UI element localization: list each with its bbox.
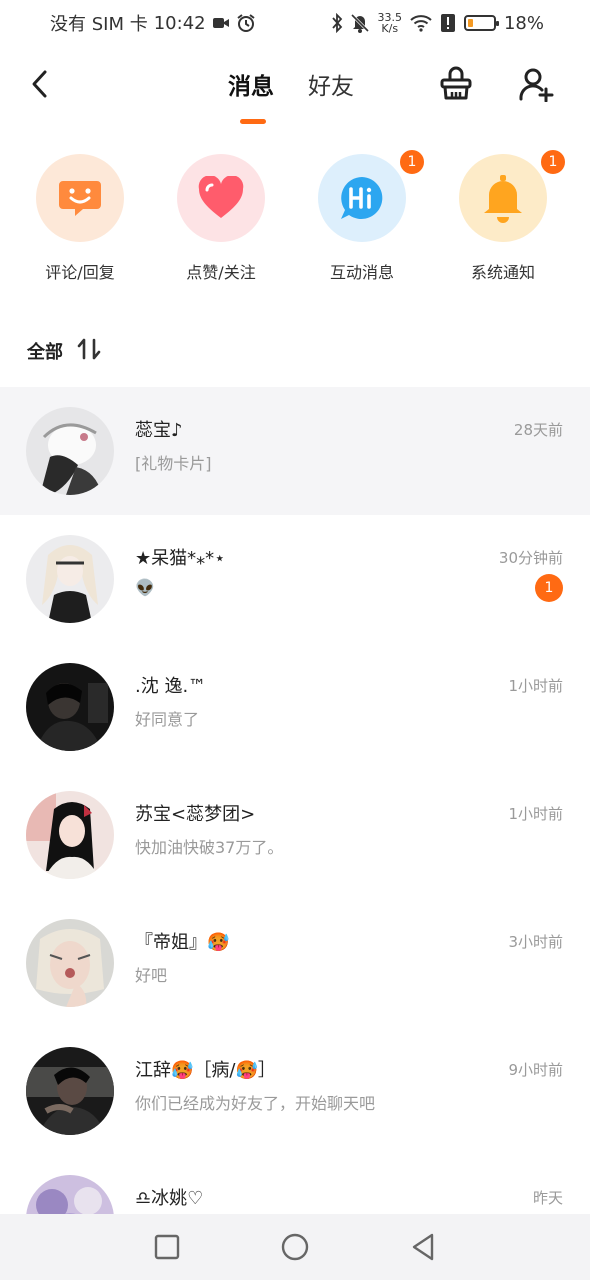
speed-unit: K/s [381, 22, 399, 35]
conversation-time: 1小时前 [508, 677, 563, 695]
mute-bell-icon [351, 13, 370, 33]
status-right: 33.5 K/s 18% [331, 12, 544, 34]
conversation-name: ★呆猫*⁎*⋆ [135, 548, 226, 569]
category-system-badge: 1 [539, 148, 567, 176]
system-nav-bar [0, 1214, 590, 1280]
avatar[interactable] [26, 919, 114, 1007]
tab-friends-label: 好友 [308, 74, 354, 100]
conversation-preview: 快加油快破37万了。 [135, 838, 284, 857]
conversation-time: 9小时前 [508, 1061, 563, 1079]
heart-icon [198, 176, 244, 218]
conversation-name: .沈 逸.™ [135, 676, 207, 697]
avatar[interactable] [26, 535, 114, 623]
conversation-name: 蕊宝♪ [135, 420, 183, 441]
alert-icon [440, 13, 456, 33]
conversation-name: 苏宝<蕊梦团> [135, 804, 256, 825]
unread-badge: 1 [535, 574, 563, 602]
bluetooth-icon [331, 13, 343, 33]
tab-friends[interactable]: 好友 [308, 66, 354, 102]
home-icon [281, 1233, 309, 1261]
conversation-item[interactable]: 江辞🥵［病/🥵］ 你们已经成为好友了，开始聊天吧 9小时前 [0, 1027, 590, 1155]
add-friend-button[interactable] [516, 64, 556, 104]
back-nav-icon [412, 1233, 434, 1261]
category-row: 评论/回复 点赞/关注 1 互动消息 1 系统通知 [0, 148, 590, 284]
bell-icon [484, 175, 522, 223]
category-likes[interactable]: 点赞/关注 [161, 154, 281, 283]
back-button[interactable] [24, 66, 54, 102]
category-likes-label: 点赞/关注 [186, 263, 256, 282]
conversation-item[interactable]: 蕊宝♪ [礼物卡片] 28天前 [0, 387, 590, 515]
category-comments-circle [36, 154, 124, 242]
battery-icon [463, 15, 499, 31]
conversation-name: ♎冰姚♡ [135, 1188, 204, 1209]
conversation-item[interactable]: 『帝姐』🥵 好吧 3小时前 [0, 899, 590, 1027]
header: 消息 好友 [0, 58, 590, 124]
category-comments[interactable]: 评论/回复 [20, 154, 140, 283]
avatar[interactable] [26, 791, 114, 879]
conversation-time: 28天前 [513, 421, 563, 439]
category-interactions-circle [318, 154, 406, 242]
conversation-item[interactable]: ★呆猫*⁎*⋆ 👽 30分钟前 1 [0, 515, 590, 643]
conversation-preview: 好吧 [135, 966, 168, 985]
home-button[interactable] [275, 1227, 315, 1267]
network-speed: 33.5 K/s [377, 12, 402, 34]
sort-button[interactable] [77, 338, 101, 364]
conversation-preview: 好同意了 [135, 710, 200, 729]
category-interactions-badge: 1 [398, 148, 426, 176]
recent-apps-icon [154, 1234, 180, 1260]
tab-messages-label: 消息 [228, 74, 274, 100]
back-icon [32, 70, 47, 98]
conversation-preview: [礼物卡片] [135, 454, 212, 473]
clean-button[interactable] [436, 64, 476, 104]
back-nav-button[interactable] [403, 1227, 443, 1267]
category-system[interactable]: 1 系统通知 [443, 148, 567, 283]
conversation-list: 蕊宝♪ [礼物卡片] 28天前 ★呆猫*⁎*⋆ 👽 30分钟前 1 .沈 逸.™… [0, 387, 590, 1280]
tab-active-indicator [240, 119, 266, 124]
avatar[interactable] [26, 663, 114, 751]
clock-text: 10:42 [153, 12, 206, 34]
conversation-time: 1小时前 [508, 805, 563, 823]
conversation-item[interactable]: .沈 逸.™ 好同意了 1小时前 [0, 643, 590, 771]
conversation-time: 3小时前 [508, 933, 563, 951]
category-interactions-label: 互动消息 [329, 263, 394, 282]
hi-icon [341, 177, 383, 219]
comment-icon [59, 181, 101, 216]
avatar[interactable] [26, 1047, 114, 1135]
status-left: 没有 SIM 卡 10:42 [50, 10, 256, 36]
status-bar: 没有 SIM 卡 10:42 33.5 K/s 18% [0, 0, 590, 46]
conversation-name: 江辞🥵［病/🥵］ [135, 1060, 276, 1081]
tab-messages[interactable]: 消息 [228, 66, 274, 124]
battery-percent: 18% [503, 12, 544, 34]
avatar[interactable] [26, 407, 114, 495]
video-icon [212, 16, 230, 30]
tab-bar: 消息 好友 [228, 66, 354, 124]
category-system-label: 系统通知 [470, 263, 535, 282]
section-title: 全部 [27, 342, 63, 363]
alarm-icon [236, 13, 256, 33]
conversation-time: 昨天 [532, 1189, 563, 1207]
category-interactions[interactable]: 1 互动消息 [302, 148, 426, 283]
conversation-preview: 👽 [135, 578, 155, 597]
conversation-time: 30分钟前 [498, 549, 563, 567]
category-system-circle [459, 154, 547, 242]
clean-basket-icon [440, 66, 472, 100]
conversation-preview: 你们已经成为好友了，开始聊天吧 [135, 1094, 376, 1113]
conversation-item[interactable]: 苏宝<蕊梦团> 快加油快破37万了。 1小时前 [0, 771, 590, 899]
section-header: 全部 [27, 338, 101, 364]
category-comments-label: 评论/回复 [45, 263, 115, 282]
carrier-text: 没有 SIM 卡 [50, 14, 148, 35]
category-likes-circle [177, 154, 265, 242]
battery-fill [467, 19, 473, 27]
add-friend-icon [519, 68, 554, 102]
recent-apps-button[interactable] [147, 1227, 187, 1267]
conversation-name: 『帝姐』🥵 [135, 932, 230, 953]
wifi-icon [410, 14, 432, 32]
sort-icon [77, 338, 101, 360]
